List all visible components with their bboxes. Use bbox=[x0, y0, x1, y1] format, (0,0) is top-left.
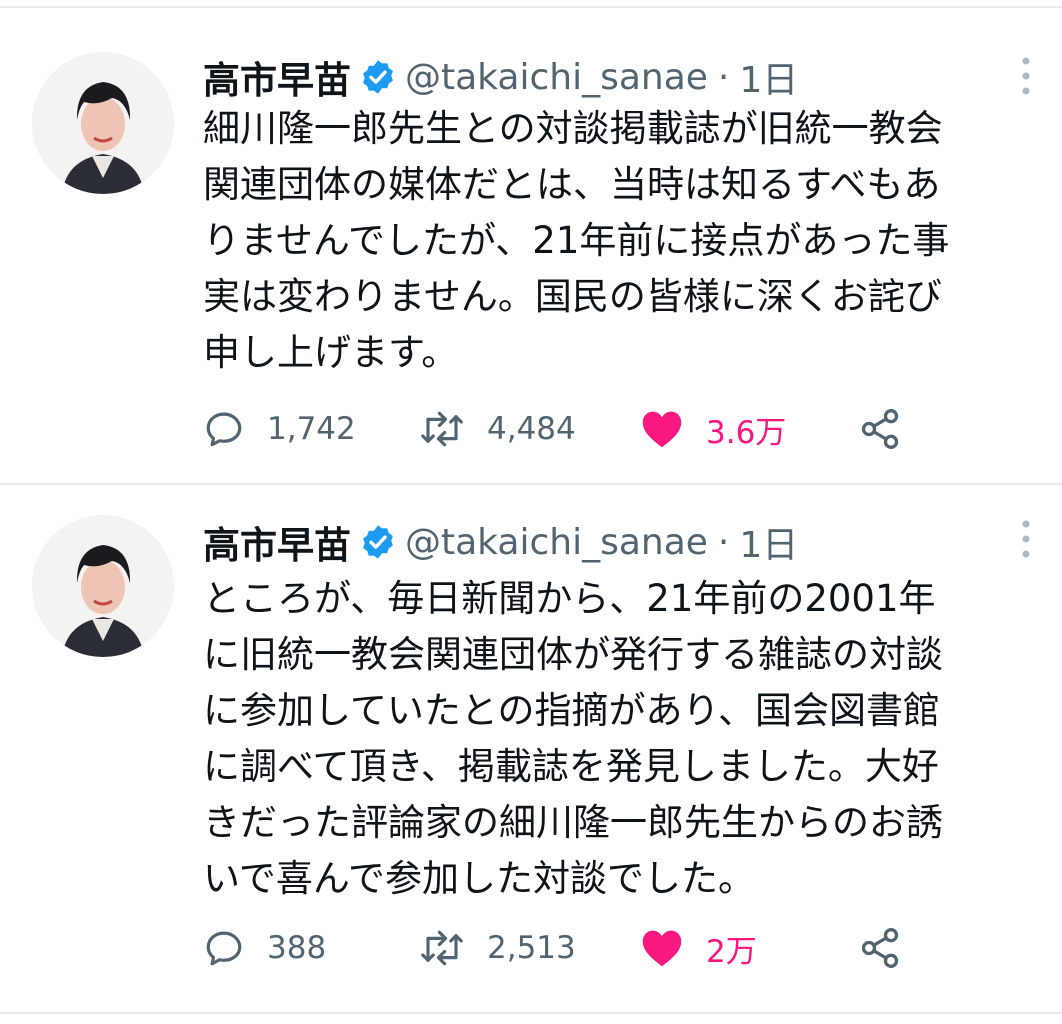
verified-badge-icon bbox=[363, 525, 393, 559]
share-icon bbox=[861, 409, 899, 449]
tweet-divider bbox=[0, 483, 1062, 485]
top-divider bbox=[0, 6, 1062, 8]
bottom-divider bbox=[0, 1012, 1062, 1014]
more-icon[interactable] bbox=[1012, 54, 1040, 98]
user-handle[interactable]: @takaichi_sanae bbox=[405, 522, 708, 563]
share-button[interactable] bbox=[858, 404, 902, 454]
like-icon bbox=[642, 411, 682, 448]
reply-count: 1,742 bbox=[267, 411, 356, 447]
retweet-count: 2,513 bbox=[487, 930, 576, 966]
retweet-icon bbox=[421, 930, 463, 966]
avatar-photo bbox=[32, 515, 174, 657]
timestamp[interactable]: 1日 bbox=[739, 51, 798, 103]
separator-dot: · bbox=[717, 521, 730, 563]
like-icon bbox=[642, 930, 682, 967]
timestamp[interactable]: 1日 bbox=[739, 516, 798, 568]
retweet-button[interactable]: 4,484 bbox=[419, 404, 576, 454]
retweet-count: 4,484 bbox=[487, 411, 576, 447]
share-icon bbox=[861, 928, 899, 968]
display-name[interactable]: 高市早苗 bbox=[203, 515, 351, 569]
verified-badge-icon bbox=[363, 60, 393, 94]
action-bar: 1,742 4,484 3.6万 bbox=[203, 404, 923, 454]
tweet-header: 高市早苗 @takaichi_sanae · 1日 bbox=[203, 515, 798, 569]
display-name[interactable]: 高市早苗 bbox=[203, 50, 351, 104]
avatar[interactable] bbox=[32, 515, 174, 657]
tweet-text: ところが、毎日新聞から、21年前の2001年 に旧統一教会関連団体が発行する雑誌… bbox=[203, 577, 943, 900]
retweet-button[interactable]: 2,513 bbox=[419, 923, 576, 973]
action-bar: 388 2,513 2万 bbox=[203, 923, 923, 973]
share-button[interactable] bbox=[858, 923, 902, 973]
like-count: 2万 bbox=[706, 933, 757, 970]
like-button[interactable]: 3.6万 bbox=[640, 404, 786, 454]
tweet-text: 細川隆一郎先生との対談掲載誌が旧統一教会 関連団体の媒体だとは、当時は知るすべも… bbox=[203, 107, 950, 374]
tweet-header: 高市早苗 @takaichi_sanae · 1日 bbox=[203, 50, 798, 104]
more-icon[interactable] bbox=[1012, 517, 1040, 561]
like-button[interactable]: 2万 bbox=[640, 923, 757, 973]
retweet-icon bbox=[421, 411, 463, 447]
like-count: 3.6万 bbox=[706, 414, 787, 451]
reply-icon bbox=[206, 412, 242, 447]
user-handle[interactable]: @takaichi_sanae bbox=[405, 57, 708, 98]
avatar-photo bbox=[32, 52, 174, 194]
reply-button[interactable]: 388 bbox=[203, 923, 326, 973]
reply-count: 388 bbox=[267, 930, 327, 966]
separator-dot: · bbox=[717, 56, 730, 98]
reply-button[interactable]: 1,742 bbox=[203, 404, 356, 454]
avatar[interactable] bbox=[32, 52, 174, 194]
reply-icon bbox=[206, 931, 242, 966]
